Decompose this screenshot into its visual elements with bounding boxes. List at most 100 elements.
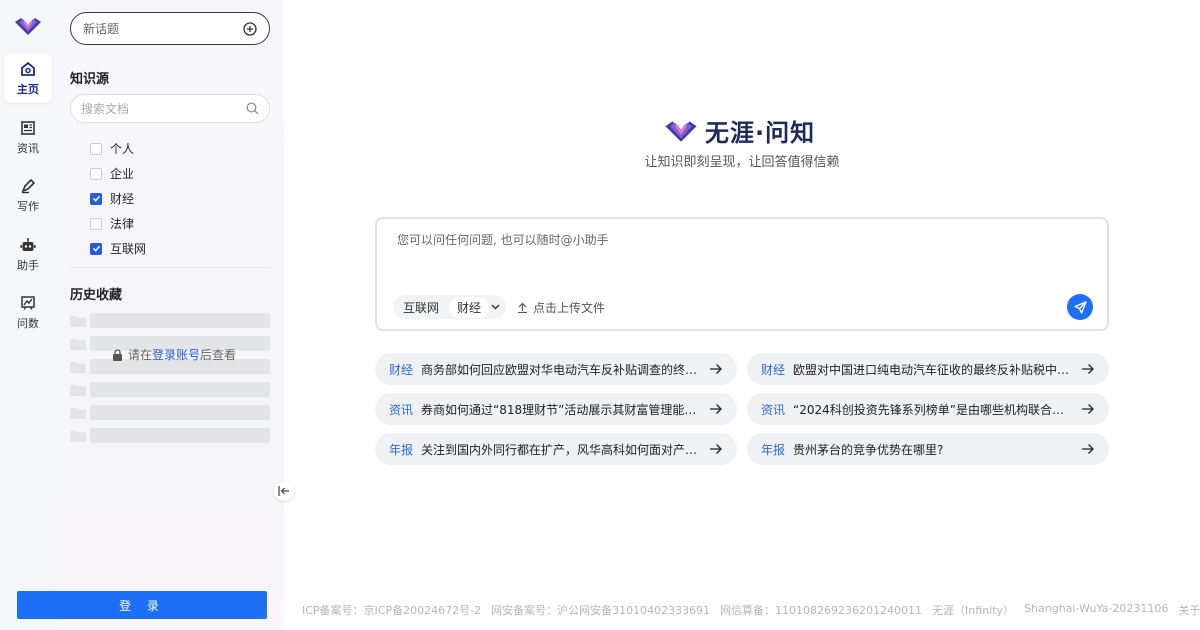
new-topic-label: 新话题 (83, 22, 120, 36)
upload-file-button[interactable]: 点击上传文件 (517, 299, 605, 316)
footer-about-link[interactable]: 关于我们 (1178, 602, 1200, 618)
divider (70, 267, 270, 268)
login-button[interactable]: 登 录 (17, 591, 267, 619)
history-prompt-before: 请在 (128, 348, 153, 362)
nav-data[interactable]: 问数 (4, 287, 52, 337)
folder-icon (70, 361, 86, 373)
chart-icon (19, 294, 37, 312)
checkbox-checked[interactable] (90, 192, 102, 205)
suggestion-item[interactable]: 资讯券商如何通过“818理财节”活动展示其财富管理能力，提升客户体验？ (375, 393, 737, 425)
source-label: 互联网 (110, 242, 147, 256)
suggestion-text: 商务部如何回应欧盟对华电动汽车反补贴调查的终裁披露？ (421, 362, 703, 377)
doc-search-input[interactable] (81, 101, 246, 116)
nav-writing[interactable]: 写作 (4, 170, 52, 220)
footer-icp[interactable]: ICP备案号：京ICP备20024672号-2 (302, 602, 481, 618)
arrow-right-icon (710, 444, 722, 454)
pen-icon (19, 177, 37, 195)
collapse-sidebar-button[interactable] (274, 481, 294, 501)
source-label: 财经 (110, 192, 135, 206)
doc-search-box (70, 94, 270, 123)
send-button[interactable] (1067, 294, 1093, 320)
suggestion-grid: 财经 商务部如何回应欧盟对华电动汽车反补贴调查的终裁披露？ 财经 欧盟对中国进口纯电… (375, 353, 1109, 465)
checkbox[interactable] (90, 217, 102, 230)
arrow-right-icon (710, 364, 722, 374)
suggestion-tag: 资讯 (389, 402, 414, 417)
suggestion-tag: 财经 (389, 362, 414, 377)
brand-logo-icon (665, 120, 697, 142)
history-placeholder-row (70, 401, 270, 424)
news-icon (19, 119, 37, 137)
source-item-internet[interactable]: 互联网 (90, 236, 146, 261)
source-item-finance[interactable]: 财经 (90, 186, 146, 211)
left-rail: 主页 资讯 写作 助手 问数 (0, 0, 56, 630)
history-placeholder-row (70, 424, 270, 447)
history-placeholder-row (70, 309, 270, 332)
lock-icon (113, 348, 122, 361)
login-link[interactable]: 登录账号 (152, 348, 200, 362)
footer-police-record[interactable]: 网安备案号：沪公网安备31010402333691 (491, 602, 710, 618)
folder-icon (70, 430, 86, 442)
check-icon (92, 245, 100, 252)
history-placeholder-row (70, 378, 270, 401)
check-icon (92, 195, 100, 202)
history-prompt-after: 后查看 (200, 348, 237, 362)
robot-icon (19, 236, 37, 254)
suggestion-tag: 年报 (389, 442, 414, 457)
source-chip: 财经 (449, 296, 490, 318)
sources-title: 知识源 (70, 72, 110, 87)
suggestion-item[interactable]: 财经欧盟对中国进口纯电动汽车征收的最终反补贴税中，比亚迪的税率是多少？ (747, 353, 1109, 385)
upload-icon (518, 302, 527, 313)
brand: 无涯·问知 (663, 113, 815, 148)
logo-icon[interactable] (13, 16, 43, 36)
suggestion-text: 关注到国内外同行都在扩产，风华高科如何面对产能释放后的竞争？ (421, 442, 703, 457)
footer-algorithm-record: 网信算备：110108269236201240011 (720, 604, 923, 617)
footer-product-name: 无涯（Infinity） (932, 604, 1015, 617)
nav-assistant-label: 助手 (17, 258, 39, 272)
history-list (70, 309, 270, 447)
nav-assistant[interactable]: 助手 (4, 229, 52, 279)
suggestion-item[interactable]: 年报 贵州茅台的竞争优势在哪里? (747, 433, 1109, 465)
suggestion-item[interactable]: 年报关注到国内外同行都在扩产，风华高科如何面对产能释放后的竞争？ (375, 433, 737, 465)
suggestion-tag: 财经 (761, 362, 786, 377)
nav-writing-label: 写作 (17, 199, 39, 213)
arrow-right-icon (710, 404, 722, 414)
home-icon (19, 60, 37, 78)
search-icon[interactable] (246, 102, 259, 115)
footer: ICP备案号：京ICP备20024672号-2 网安备案号：沪公网安备31010… (302, 602, 1200, 618)
source-chip: 互联网 (403, 300, 440, 315)
side-panel: 新话题 知识源 个人 企业 财经 法律 互联网 历史收藏 请在登录账号后查看 (56, 0, 284, 630)
arrow-right-icon (1082, 364, 1094, 374)
suggestion-tag: 资讯 (761, 402, 786, 417)
footer-version: Shanghai-WuYa-20231106 (1024, 602, 1169, 615)
question-composer: 互联网 财经 点击上传文件 (375, 217, 1109, 331)
nav-data-label: 问数 (17, 316, 39, 330)
send-icon (1073, 300, 1087, 314)
folder-icon (70, 338, 86, 350)
arrow-right-icon (1082, 444, 1094, 454)
upload-label: 点击上传文件 (533, 301, 606, 315)
brand-name: 无涯·问知 (705, 119, 816, 147)
chevron-down-icon (491, 304, 500, 310)
suggestion-text: 欧盟对中国进口纯电动汽车征收的最终反补贴税中，比亚迪的税率是多少？ (793, 362, 1075, 377)
source-item-law[interactable]: 法律 (90, 211, 146, 236)
suggestion-item[interactable]: 资讯 “2024科创投资先锋系列榜单”是由哪些机构联合发起的？ (747, 393, 1109, 425)
arrow-right-icon (1082, 404, 1094, 414)
suggestion-text: 券商如何通过“818理财节”活动展示其财富管理能力，提升客户体验？ (421, 402, 703, 417)
suggestion-item[interactable]: 财经 商务部如何回应欧盟对华电动汽车反补贴调查的终裁披露？ (375, 353, 737, 385)
tagline: 让知识即刻呈现，让回答值得信赖 (644, 155, 840, 170)
suggestion-text: “2024科创投资先锋系列榜单”是由哪些机构联合发起的？ (793, 402, 1075, 417)
suggestion-tag: 年报 (761, 442, 786, 457)
nav-home-label: 主页 (17, 82, 39, 96)
source-chip-selector[interactable]: 互联网 财经 (393, 295, 507, 319)
history-title: 历史收藏 (70, 288, 123, 303)
folder-icon (70, 315, 86, 327)
history-login-prompt: 请在登录账号后查看 (112, 346, 236, 363)
nav-home[interactable]: 主页 (4, 53, 52, 103)
question-input[interactable] (397, 231, 1087, 281)
new-topic-button[interactable]: 新话题 (70, 12, 270, 45)
suggestion-text: 贵州茅台的竞争优势在哪里? (793, 442, 944, 457)
collapse-left-icon (278, 486, 289, 496)
folder-icon (70, 407, 86, 419)
checkbox-checked[interactable] (90, 242, 102, 255)
plus-circle-icon (243, 21, 257, 36)
